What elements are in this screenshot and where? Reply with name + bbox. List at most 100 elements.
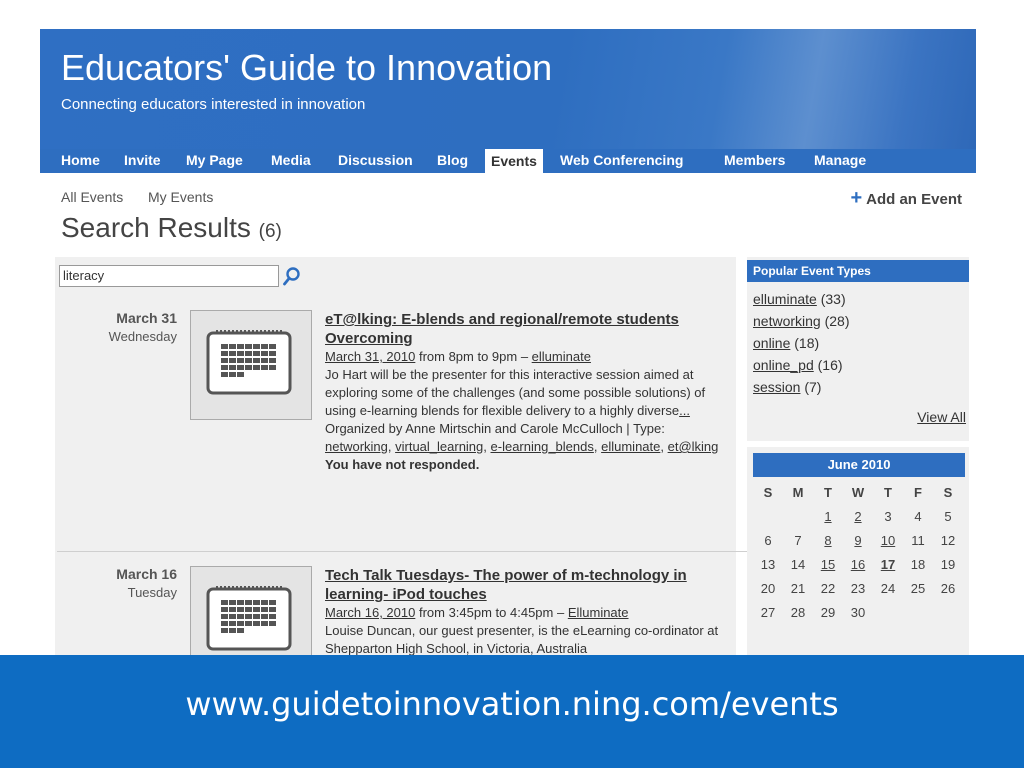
popular-event-types-heading: Popular Event Types — [747, 260, 969, 282]
nav-members[interactable]: Members — [724, 152, 785, 168]
event-organizers-text: Organized by Anne Mirtschin and Carole M… — [325, 421, 665, 436]
event-date-day: March 16 — [116, 566, 177, 582]
event-title-link[interactable]: eT@lking: E-blends and regional/remote s… — [325, 310, 727, 348]
event-when: March 16, 2010 from 3:45pm to 4:45pm – E… — [325, 604, 727, 622]
site-tagline: Connecting educators interested in innov… — [61, 96, 366, 113]
calendar-weekday-header: M — [792, 485, 804, 500]
calendar-day: 19 — [940, 557, 956, 572]
calendar-day: 24 — [880, 581, 896, 596]
event-date: March 16 Tuesday — [116, 566, 177, 600]
page-title-text: Search Results — [61, 212, 251, 243]
view-all-link[interactable]: View All — [917, 409, 966, 425]
event-type-link[interactable]: e-learning_blends — [491, 439, 594, 454]
event-type-item: networking (28) — [753, 313, 850, 329]
page-title: Search Results (6) — [61, 212, 282, 244]
add-event-button[interactable]: + Add an Event — [850, 187, 962, 210]
search-input[interactable]: literacy — [59, 265, 279, 287]
calendar-day: 20 — [760, 581, 776, 596]
calendar-day-link[interactable]: 15 — [813, 557, 843, 572]
read-more-link[interactable]: ... — [679, 403, 690, 418]
calendar-icon[interactable] — [190, 310, 312, 420]
event-location-link[interactable]: elluminate — [532, 349, 591, 364]
event-date-link[interactable]: March 31, 2010 — [325, 349, 415, 364]
event-date-link[interactable]: March 16, 2010 — [325, 605, 415, 620]
calendar-day: 3 — [884, 509, 892, 524]
calendar-day: 21 — [790, 581, 806, 596]
event-type-link[interactable]: session — [753, 379, 800, 395]
event-type-count: (18) — [790, 335, 820, 351]
event-type-link[interactable]: virtual_learning — [395, 439, 483, 454]
event-type-link[interactable]: online — [753, 335, 790, 351]
calendar-day: 7 — [794, 533, 802, 548]
event-type-item: elluminate (33) — [753, 291, 846, 307]
event-type-count: (28) — [820, 313, 850, 329]
calendar-day-link[interactable]: 2 — [843, 509, 873, 524]
event-details: Tech Talk Tuesdays- The power of m-techn… — [325, 566, 727, 655]
calendar-day-link[interactable]: 10 — [873, 533, 903, 548]
event-divider — [57, 551, 747, 552]
event-location-link[interactable]: Elluminate — [568, 605, 629, 620]
nav-home[interactable]: Home — [61, 152, 100, 168]
event-type-count: (7) — [800, 379, 822, 395]
calendar-icon[interactable] — [190, 566, 312, 655]
event-description: Louise Duncan, our guest presenter, is t… — [325, 623, 719, 655]
event-type-link[interactable]: networking — [753, 313, 821, 329]
event-date-day: March 31 — [116, 310, 177, 326]
calendar-day: 25 — [910, 581, 926, 596]
nav-web-conferencing[interactable]: Web Conferencing — [560, 152, 683, 168]
nav-discussion[interactable]: Discussion — [338, 152, 413, 168]
event-type-link[interactable]: elluminate — [753, 291, 817, 307]
calendar-day: 18 — [910, 557, 926, 572]
nav-media[interactable]: Media — [271, 152, 311, 168]
event-type-link[interactable]: elluminate — [601, 439, 660, 454]
nav-events[interactable]: Events — [485, 149, 543, 173]
nav-blog[interactable]: Blog — [437, 152, 468, 168]
event-when: March 31, 2010 from 8pm to 9pm – ellumin… — [325, 348, 727, 366]
event-type-count: (33) — [816, 291, 846, 307]
banner-url: www.guidetoinnovation.ning.com/events — [185, 685, 839, 723]
browser-screenshot: Educators' Guide to Innovation Connectin… — [40, 29, 976, 655]
event-weekday: Wednesday — [108, 329, 177, 344]
calendar-day-link[interactable]: 17 — [873, 557, 903, 572]
calendar-weekday-header: T — [824, 485, 832, 500]
event-type-item: online_pd (16) — [753, 357, 843, 373]
slide-banner: www.guidetoinnovation.ning.com/events — [0, 655, 1024, 768]
calendar-day: 22 — [820, 581, 836, 596]
popular-event-types: Popular Event Types elluminate (33) netw… — [747, 257, 969, 441]
event-description: Jo Hart will be the presenter for this i… — [325, 366, 727, 420]
calendar-day: 29 — [820, 605, 836, 620]
main-nav: Home Invite My Page Media Discussion Blo… — [40, 149, 976, 173]
site-title[interactable]: Educators' Guide to Innovation — [61, 47, 552, 89]
calendar-weekday-header: S — [943, 485, 953, 500]
nav-manage[interactable]: Manage — [814, 152, 866, 168]
event-description-text: Jo Hart will be the presenter for this i… — [325, 367, 706, 418]
calendar-day-link[interactable]: 1 — [813, 509, 843, 524]
calendar-day-link[interactable]: 9 — [843, 533, 873, 548]
event-type-link[interactable]: et@lking — [668, 439, 719, 454]
event-type-item: session (7) — [753, 379, 821, 395]
calendar-weekday-header: T — [884, 485, 892, 500]
event-type-item: online (18) — [753, 335, 819, 351]
rsvp-status: You have not responded. — [325, 457, 480, 472]
event-title-link[interactable]: Tech Talk Tuesdays- The power of m-techn… — [325, 566, 727, 604]
result-count: (6) — [258, 221, 282, 242]
calendar-day: 6 — [764, 533, 772, 548]
search-icon[interactable] — [282, 265, 302, 287]
event-type-link[interactable]: networking — [325, 439, 388, 454]
event-time: from 3:45pm to 4:45pm – — [415, 605, 568, 620]
calendar-day-link[interactable]: 8 — [813, 533, 843, 548]
event-organizers: Organized by Anne Mirtschin and Carole M… — [325, 421, 719, 454]
event-type-count: (16) — [813, 357, 843, 373]
calendar-day: 13 — [760, 557, 776, 572]
results-panel: literacy March 31 Wednesday eT@lking: E-… — [55, 257, 747, 655]
event-type-link[interactable]: online_pd — [753, 357, 814, 373]
event-date: March 31 Wednesday — [109, 310, 177, 344]
my-events-link[interactable]: My Events — [148, 189, 213, 205]
calendar-day: 4 — [914, 509, 922, 524]
all-events-link[interactable]: All Events — [61, 189, 123, 205]
calendar-day-link[interactable]: 16 — [843, 557, 873, 572]
calendar-day: 27 — [760, 605, 776, 620]
nav-invite[interactable]: Invite — [124, 152, 161, 168]
sidebar: Popular Event Types elluminate (33) netw… — [747, 257, 969, 655]
nav-my-page[interactable]: My Page — [186, 152, 243, 168]
